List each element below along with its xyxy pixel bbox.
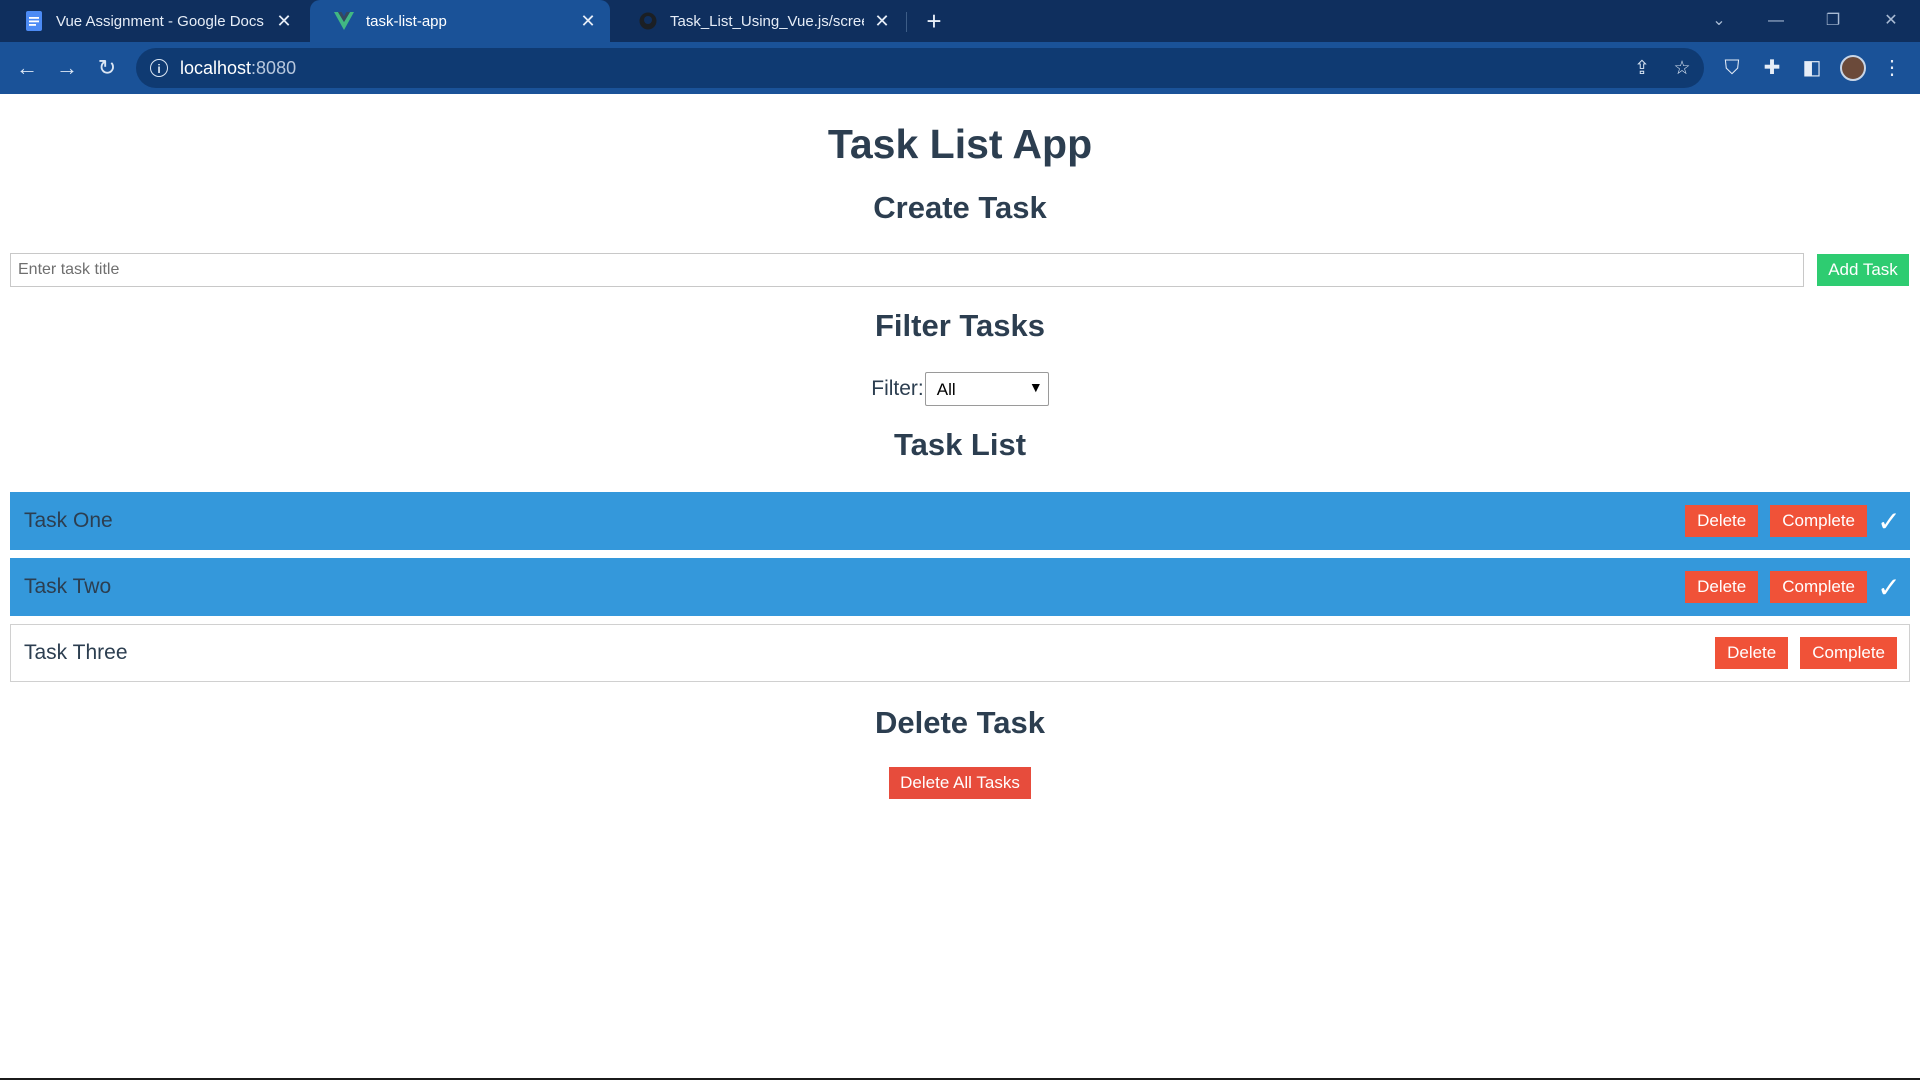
- page-title: Task List App: [827, 121, 1093, 167]
- task-title: Task Two: [24, 575, 112, 598]
- extensions-puzzle-icon[interactable]: ✚: [1759, 55, 1785, 81]
- browser-tab-task-list-app[interactable]: task-list-app ✕: [310, 0, 610, 42]
- url-text: localhost:8080: [180, 58, 296, 79]
- forward-arrow-icon[interactable]: →: [53, 54, 81, 82]
- filter-tasks-heading: Filter Tasks: [874, 308, 1045, 343]
- checkmark-icon: ✓: [1877, 505, 1901, 537]
- delete-all-tasks-button[interactable]: Delete All Tasks: [889, 767, 1031, 799]
- filter-selected-value: All: [936, 380, 956, 399]
- task-title-input[interactable]: [10, 253, 1804, 287]
- url-host: localhost: [180, 57, 252, 78]
- complete-task-button[interactable]: Complete: [1770, 505, 1867, 537]
- tab-separator: [906, 12, 907, 32]
- window-close-icon[interactable]: ✕: [1878, 8, 1904, 34]
- share-icon[interactable]: ⇪: [1631, 58, 1653, 80]
- checkmark-icon: ✓: [1877, 571, 1901, 603]
- new-tab-icon[interactable]: +: [922, 8, 946, 34]
- app-page: Task List App Create Task Add Task Filte…: [0, 94, 1920, 1078]
- profile-avatar[interactable]: [1840, 55, 1866, 81]
- complete-task-button[interactable]: Complete: [1770, 571, 1867, 603]
- vue-icon: [334, 11, 354, 31]
- filter-label: Filter:: [871, 377, 924, 400]
- create-task-heading: Create Task: [873, 190, 1047, 225]
- site-info-icon[interactable]: i: [150, 59, 168, 77]
- task-list-heading: Task List: [893, 427, 1027, 462]
- task-title: Task Three: [24, 641, 128, 664]
- side-panel-icon[interactable]: ◧: [1799, 55, 1825, 81]
- delete-task-heading: Delete Task: [874, 705, 1045, 740]
- shield-extension-icon[interactable]: ⛉: [1719, 55, 1745, 81]
- browser-tab-strip: Vue Assignment - Google Docs ✕ task-list…: [0, 0, 1920, 42]
- delete-task-button[interactable]: Delete: [1685, 571, 1759, 603]
- reload-icon[interactable]: ↻: [93, 54, 121, 82]
- menu-kebab-icon[interactable]: ⋮: [1879, 55, 1905, 81]
- tab-title: task-list-app: [366, 12, 447, 30]
- bookmark-star-icon[interactable]: ☆: [1671, 58, 1693, 80]
- close-icon[interactable]: ✕: [872, 11, 892, 31]
- url-port: :8080: [251, 57, 297, 78]
- delete-task-button[interactable]: Delete: [1685, 505, 1759, 537]
- chevron-down-icon: ▼: [1028, 379, 1043, 395]
- close-icon[interactable]: ✕: [578, 11, 598, 31]
- browser-toolbar: ← → ↻ i localhost:8080 ⇪ ☆ ⛉ ✚ ◧ ⋮: [0, 42, 1920, 94]
- add-task-button[interactable]: Add Task: [1817, 254, 1909, 286]
- browser-tab-google-docs[interactable]: Vue Assignment - Google Docs ✕: [0, 0, 306, 42]
- delete-task-button[interactable]: Delete: [1715, 637, 1789, 669]
- address-bar[interactable]: i localhost:8080 ⇪ ☆: [136, 48, 1704, 88]
- tab-search-icon[interactable]: ⌄: [1706, 8, 1732, 34]
- minimize-icon[interactable]: —: [1763, 8, 1789, 34]
- filter-row: Filter: All ▼: [0, 372, 1920, 406]
- tab-title: Vue Assignment - Google Docs: [56, 12, 264, 30]
- task-row: Task One Delete Complete ✓: [10, 492, 1910, 550]
- task-row: Task Three Delete Complete: [10, 624, 1910, 682]
- browser-tab-github[interactable]: Task_List_Using_Vue.js/screensho ✕: [614, 0, 904, 42]
- filter-select[interactable]: All ▼: [924, 372, 1049, 406]
- task-row: Task Two Delete Complete ✓: [10, 558, 1910, 616]
- github-icon: [638, 11, 658, 31]
- complete-task-button[interactable]: Complete: [1800, 637, 1897, 669]
- task-title: Task One: [24, 509, 113, 532]
- restore-icon[interactable]: ❐: [1820, 8, 1846, 34]
- google-docs-icon: [24, 11, 44, 31]
- tab-title: Task_List_Using_Vue.js/screensho: [670, 12, 864, 30]
- close-icon[interactable]: ✕: [274, 11, 294, 31]
- back-arrow-icon[interactable]: ←: [13, 54, 41, 82]
